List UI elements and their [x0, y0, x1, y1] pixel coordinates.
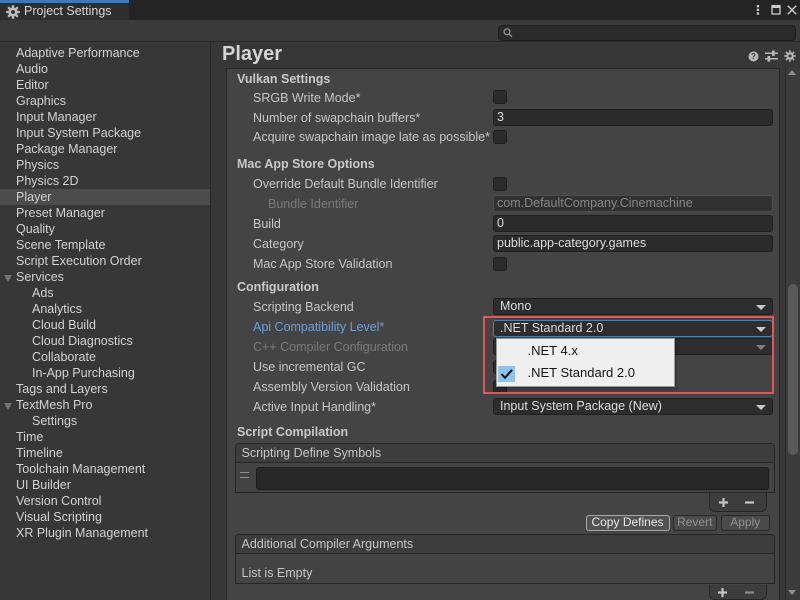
svg-text:?: ?: [751, 52, 756, 61]
